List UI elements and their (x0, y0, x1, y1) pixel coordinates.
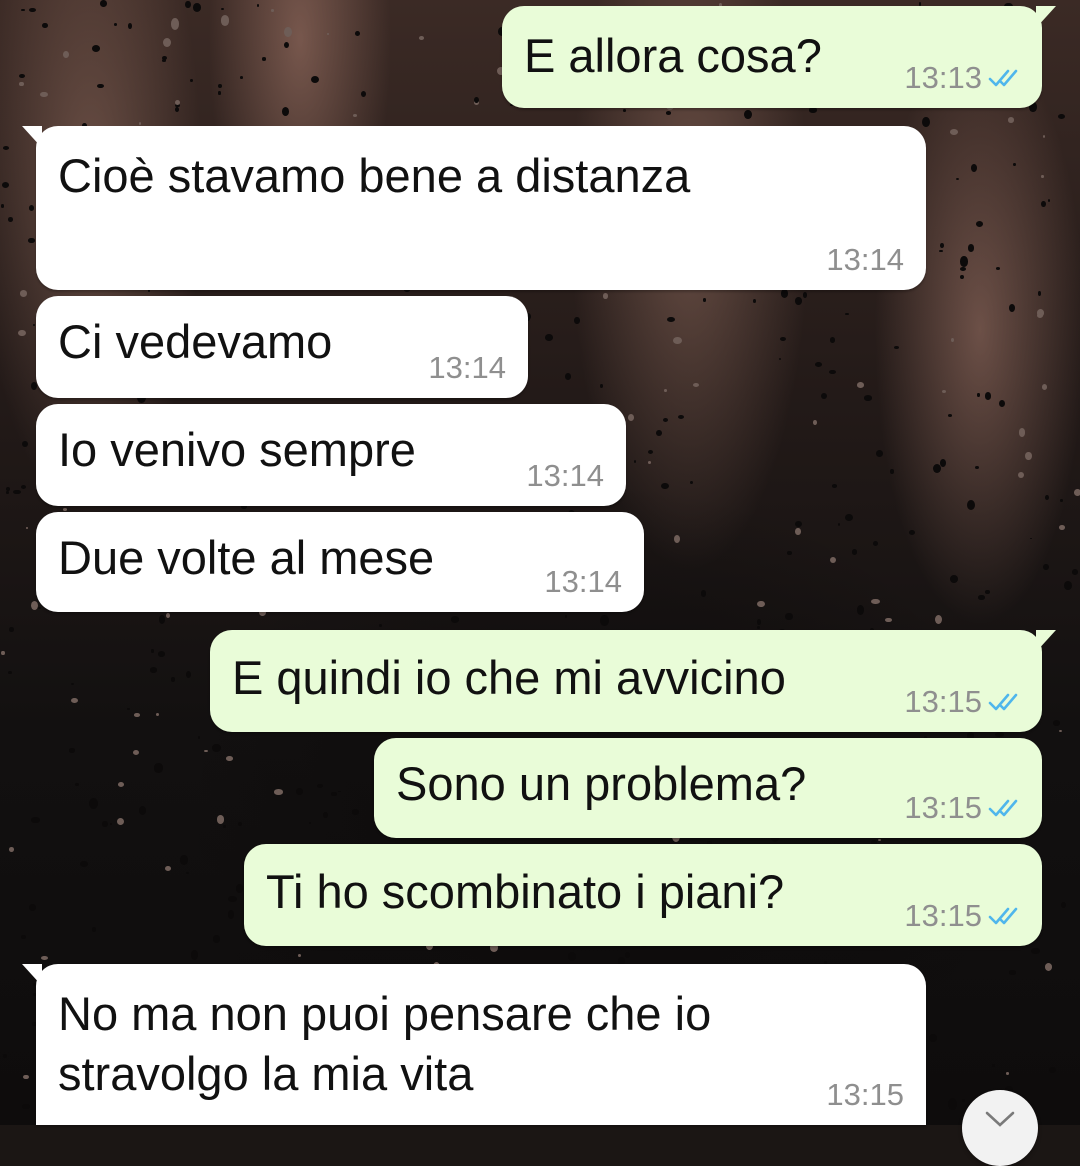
message-bubble-incoming[interactable]: Cioè stavamo bene a distanza 13:14 (22, 126, 926, 290)
message-text-line-1: No ma non puoi pensare che io (58, 987, 712, 1040)
message-bubble-outgoing[interactable]: E quindi io che mi avvicino 13:15 (210, 630, 1056, 732)
double-check-icon (988, 798, 1022, 818)
message-bubble-incoming[interactable]: Ci vedevamo 13:14 (36, 296, 528, 398)
double-check-icon (988, 692, 1022, 712)
message-text: Cioè stavamo bene a distanza (58, 149, 691, 202)
message-time: 13:14 (526, 458, 604, 493)
message-bubble-incoming[interactable]: No ma non puoi pensare che io stravolgo … (22, 964, 926, 1125)
message-meta: 13:14 (826, 242, 904, 278)
message-meta: 13:14 (526, 458, 604, 494)
message-bubble-incoming[interactable]: Due volte al mese 13:14 (36, 512, 644, 612)
message-time: 13:15 (826, 1077, 904, 1112)
message-bubble-outgoing[interactable]: Sono un problema? 13:15 (374, 738, 1042, 838)
message-meta: 13:15 (904, 898, 1022, 934)
message-time: 13:14 (428, 350, 506, 385)
message-meta: 13:14 (544, 564, 622, 600)
message-meta: 13:14 (428, 350, 506, 386)
message-time: 13:14 (826, 242, 904, 277)
message-meta: 13:13 (904, 60, 1022, 96)
message-time: 13:15 (904, 790, 982, 825)
message-text-line-2: stravolgo la mia vita (58, 1047, 474, 1100)
message-text: Ci vedevamo (58, 315, 333, 368)
message-time: 13:13 (904, 60, 982, 95)
message-text: Io venivo sempre (58, 423, 416, 476)
message-bubble-incoming[interactable]: Io venivo sempre 13:14 (36, 404, 626, 506)
message-text: Sono un problema? (396, 757, 807, 810)
double-check-icon (988, 906, 1022, 926)
message-text: Ti ho scombinato i piani? (266, 865, 785, 918)
message-text: E allora cosa? (524, 29, 822, 82)
scroll-to-bottom-button[interactable] (962, 1090, 1038, 1166)
message-time: 13:14 (544, 564, 622, 599)
message-time: 13:15 (904, 898, 982, 933)
message-meta: 13:15 (904, 684, 1022, 720)
message-bubble-outgoing[interactable]: Ti ho scombinato i piani? 13:15 (244, 844, 1042, 946)
message-time: 13:15 (904, 684, 982, 719)
chevron-down-icon (985, 1111, 1015, 1127)
message-meta: 13:15 (904, 790, 1022, 826)
message-text: E quindi io che mi avvicino (232, 651, 786, 704)
message-text: Due volte al mese (58, 531, 435, 584)
double-check-icon (988, 68, 1022, 88)
message-bubble-outgoing[interactable]: E allora cosa? 13:13 (502, 6, 1056, 108)
message-meta: 13:15 (826, 1077, 904, 1113)
